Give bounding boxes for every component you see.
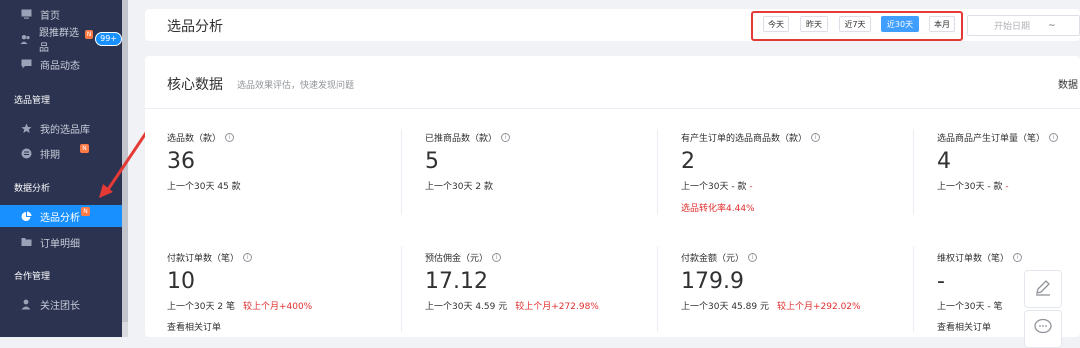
date-picker[interactable]: 开始日期 ~ [967,15,1080,36]
sidebar-item-label: 首页 [40,10,60,22]
sidebar-item-label: 跟推群选品 [39,28,79,54]
metric-compare: 上一个30天 - 款 - [937,182,1009,192]
core-data-card: 核心数据 选品效果评估，快速发现问题 数据 选品数（款） i 36 上一个30天 … [145,56,1080,337]
sidebar-item-group-selection[interactable]: 跟推群选品 N 99+ [0,28,122,54]
sidebar-item-home[interactable]: 首页 [0,3,122,25]
metric-value: 17.12 [425,269,488,294]
list-icon [20,147,32,159]
sidebar-group-cooperation: 合作管理 [14,272,51,282]
message-icon [20,58,32,70]
range-today-button[interactable]: 今天 [763,16,789,32]
metric-value: 4 [937,149,951,174]
sidebar-item-label: 商品动态 [40,60,80,72]
info-icon[interactable]: i [1049,133,1059,142]
metric-card-payment-amount: 付款金额（元） i 179.9 上一个30天 45.89 元较上个月+292.02… [681,251,926,312]
info-icon[interactable]: i [811,133,821,142]
conversion-rate: 选品转化率4.44% [681,204,755,214]
metric-value: 2 [681,149,695,174]
monitor-icon [20,8,32,20]
new-badge: N [80,143,89,153]
core-data-title: 核心数据 [167,77,223,93]
users-icon [20,33,31,45]
view-orders-link[interactable]: 查看相关订单 [167,320,412,333]
metric-card-pushed-count: 已推商品数（款） i 5 上一个30天 2 款 [425,131,670,192]
metric-value: 36 [167,149,195,174]
metric-label: 维权订单数（笔） [937,254,1010,264]
info-icon[interactable]: i [243,253,253,262]
sidebar-item-selection-analysis[interactable]: 选品分析 N [0,205,122,227]
sidebar-item-order-details[interactable]: 订单明细 [0,231,122,253]
sidebar-item-label: 选品分析 [40,212,80,224]
metric-value: 179.9 [681,269,744,294]
range-yesterday-button[interactable]: 昨天 [800,16,828,32]
info-icon[interactable]: i [1013,253,1023,262]
range-month-button[interactable]: 本月 [929,16,955,32]
metric-compare: 上一个30天 2 笔较上个月+400% [167,302,313,312]
metric-label: 付款订单数（笔） [167,254,240,264]
metric-compare: 上一个30天 4.59 元较上个月+272.98% [425,302,599,312]
start-date-placeholder: 开始日期 [994,22,1031,32]
user-icon [20,298,32,310]
sidebar-group-data-analysis: 数据分析 [14,184,51,194]
chat-float-button[interactable] [1024,310,1062,348]
new-badge: N [85,29,94,39]
edit-float-button[interactable] [1024,270,1062,308]
metric-value: 10 [167,269,195,294]
sidebar-item-label: 排期 [40,149,60,161]
count-badge: 99+ [95,32,122,46]
metric-card-ordered-products: 有产生订单的选品商品数（款） i 2 上一个30天 - 款 - 选品转化率4.44… [681,131,926,214]
metric-compare: 上一个30天 45.89 元较上个月+292.02% [681,302,861,312]
header-bar: 选品分析 今天 昨天 近7天 近30天 本月 开始日期 ~ [145,9,1080,41]
metric-card-order-volume: 选品商品产生订单量（笔） i 4 上一个30天 - 款 - [937,131,1080,192]
info-icon[interactable]: i [492,253,502,262]
core-data-subtitle: 选品效果评估，快速发现问题 [237,81,355,91]
divider [145,108,1080,109]
core-data-right-label: 数据 [1058,80,1078,91]
new-badge: N [81,206,90,216]
metric-card-paid-orders: 付款订单数（笔） i 10 上一个30天 2 笔较上个月+400% 查看相关订单 [167,251,412,333]
range-7days-button[interactable]: 近7天 [839,16,871,32]
metric-compare: 上一个30天 2 款 [425,182,493,192]
metric-label: 选品数（款） [167,134,222,144]
metric-label: 预估佣金（元） [425,254,489,264]
metric-compare: 上一个30天 - 款 - [681,182,753,192]
page-title: 选品分析 [167,19,223,35]
metric-card-selection-count: 选品数（款） i 36 上一个30天 45 款 [167,131,412,192]
range-30days-button[interactable]: 近30天 [881,16,919,32]
metric-value: 5 [425,149,439,174]
edit-icon [1033,277,1053,301]
date-separator: ~ [1048,20,1056,31]
sidebar-item-label: 订单明细 [40,238,80,250]
info-icon[interactable]: i [225,133,235,142]
star-icon [20,122,32,134]
metric-card-estimated-commission: 预估佣金（元） i 17.12 上一个30天 4.59 元较上个月+272.98% [425,251,670,312]
sidebar-item-label: 关注团长 [40,300,80,312]
sidebar-group-selection-mgmt: 选品管理 [14,96,51,106]
metric-label: 有产生订单的选品商品数（款） [681,134,808,144]
metric-compare: 上一个30天 45 款 [167,182,241,192]
chat-icon [1033,317,1053,341]
metric-label: 付款金额（元） [681,254,745,264]
info-icon[interactable]: i [501,133,511,142]
folder-icon [20,236,32,248]
sidebar-item-label: 我的选品库 [40,124,90,136]
sidebar-item-product-updates[interactable]: 商品动态 [0,53,122,75]
metric-label: 已推商品数（款） [425,134,498,144]
sidebar-item-follow-leader[interactable]: 关注团长 [0,293,122,315]
metric-label: 选品商品产生订单量（笔） [937,134,1046,144]
info-icon[interactable]: i [748,253,758,262]
pie-chart-icon [20,210,32,222]
